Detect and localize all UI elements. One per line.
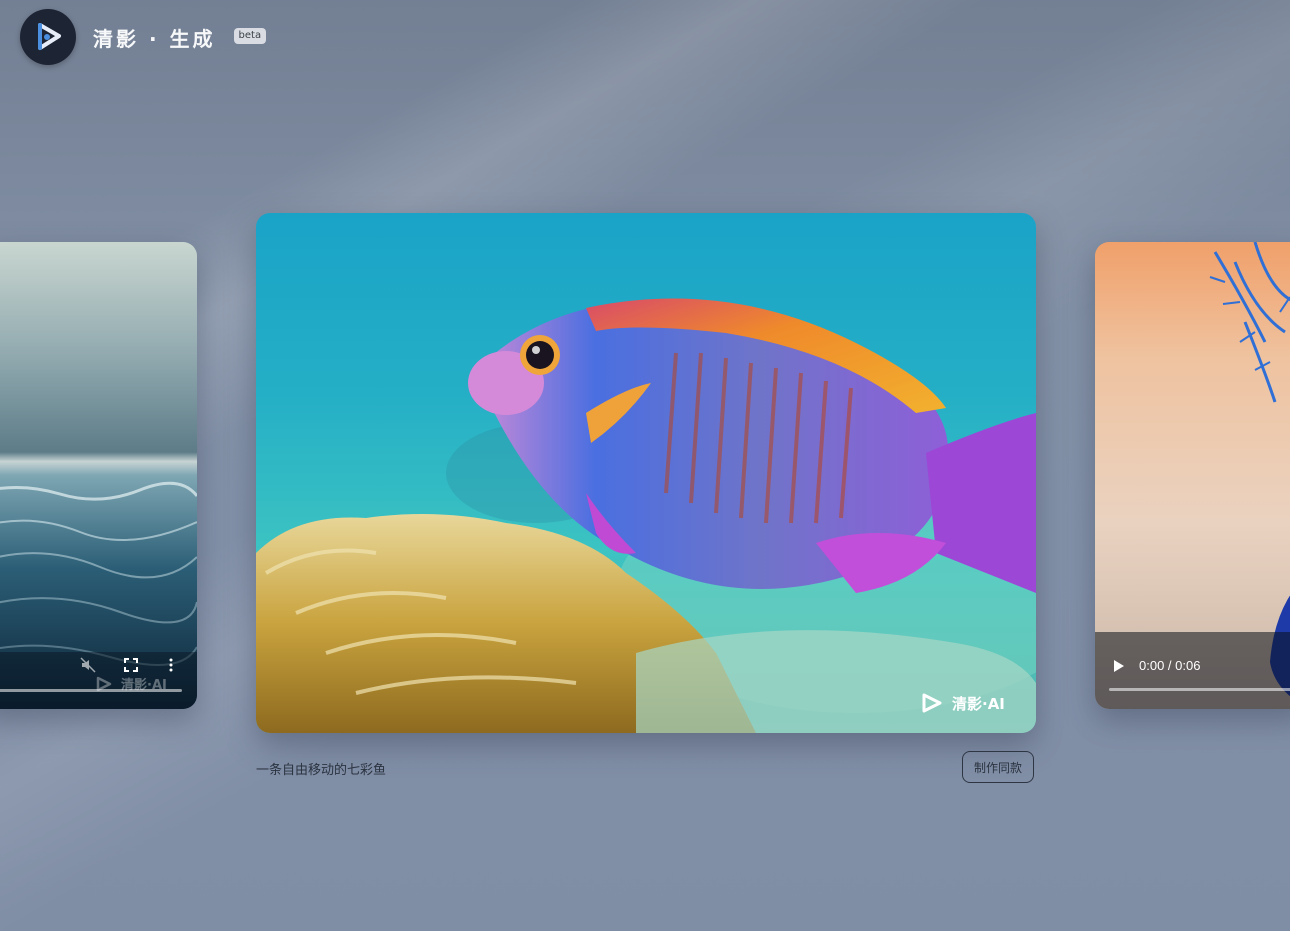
left-card-controls: [80, 657, 174, 673]
video-card-main[interactable]: 清影·AI: [256, 213, 1036, 733]
main-watermark-text: 清影·AI: [952, 694, 1005, 713]
watermark-logo-icon: [922, 693, 942, 713]
video-rainbow-fish: [256, 213, 1036, 733]
video-ocean-storm: [0, 242, 197, 709]
fullscreen-icon[interactable]: [124, 658, 138, 672]
right-progress-bar[interactable]: [1109, 688, 1290, 691]
logo-icon[interactable]: [20, 9, 76, 65]
right-card-controls: 0:00 / 0:06: [1113, 658, 1200, 673]
header: 清影 · 生成 beta: [20, 9, 267, 65]
left-progress-bar[interactable]: [0, 689, 182, 692]
more-icon[interactable]: [168, 658, 174, 672]
video-card-left[interactable]: 清影·AI: [0, 242, 197, 709]
beta-badge: beta: [233, 28, 267, 44]
play-icon[interactable]: [1113, 659, 1125, 673]
video-time: 0:00 / 0:06: [1139, 658, 1201, 673]
video-blue-coral: [1095, 242, 1290, 709]
main-watermark: 清影·AI: [920, 691, 1005, 715]
make-same-button[interactable]: 制作同款: [962, 751, 1034, 783]
mute-icon[interactable]: [80, 657, 96, 673]
brand-title: 清影 · 生成: [93, 26, 216, 51]
video-caption: 一条自由移动的七彩鱼: [256, 763, 387, 778]
video-card-right[interactable]: 0:00 / 0:06: [1095, 242, 1290, 709]
